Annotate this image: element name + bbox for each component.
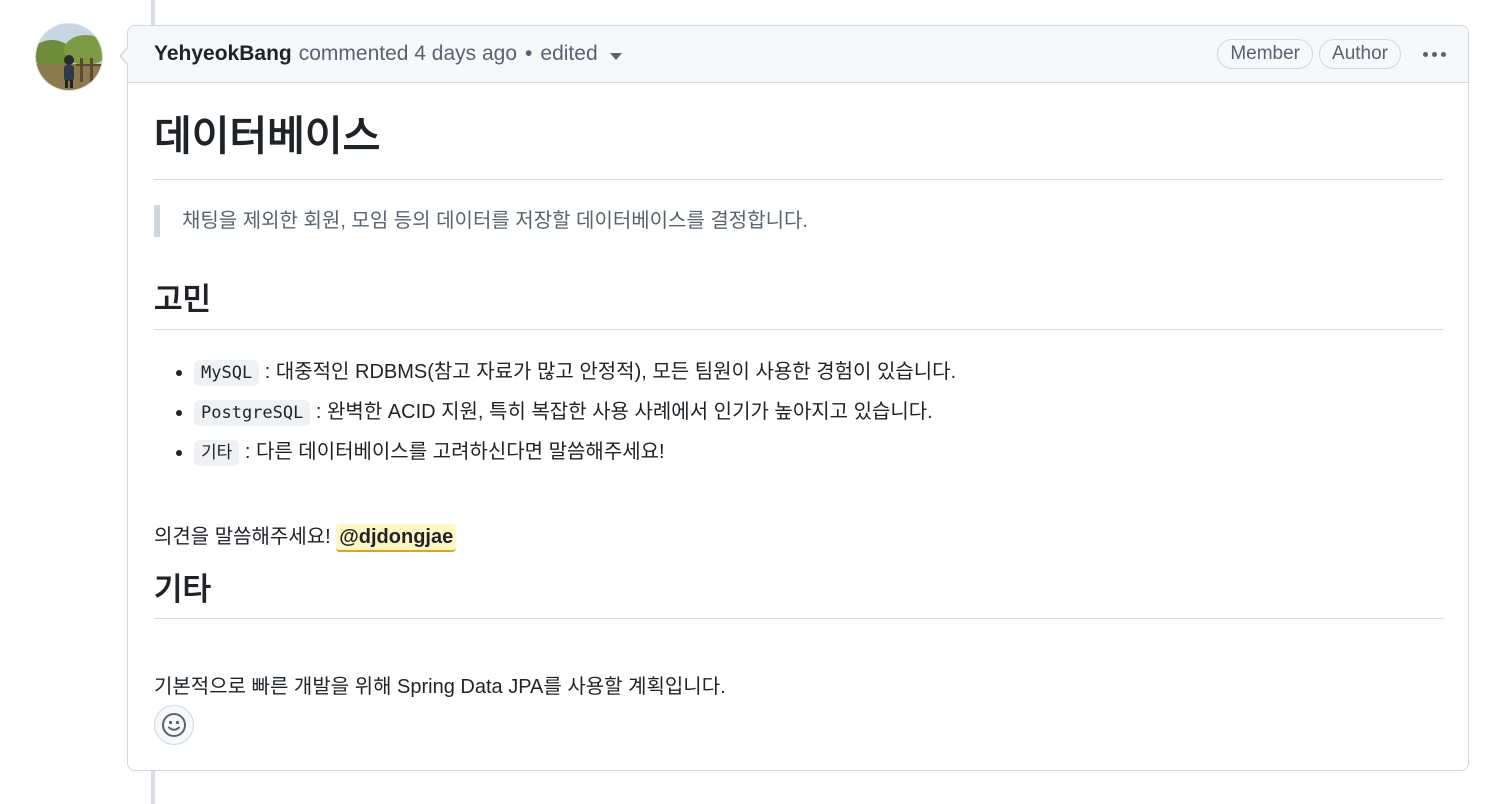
avatar-photo	[36, 24, 102, 90]
edited-dropdown[interactable]: edited	[540, 42, 622, 66]
blockquote: 채팅을 제외한 회원, 모임 등의 데이터를 저장할 데이터베이스를 결정합니다…	[154, 205, 808, 237]
page-title: 데이터베이스	[154, 113, 381, 159]
section-heading-other: 기타	[154, 572, 212, 607]
add-reaction-button[interactable]	[154, 705, 194, 745]
section-heading-concerns: 고민	[154, 282, 212, 317]
comment-author[interactable]: YehyeokBang	[154, 42, 292, 66]
comment-pointer-fill	[121, 47, 129, 65]
inline-code: PostgreSQL	[194, 400, 311, 426]
opinion-paragraph: 의견을 말씀해주세요! @djdongjae	[154, 521, 457, 553]
avatar[interactable]	[36, 24, 102, 90]
comment-action: commented	[298, 42, 409, 65]
comment-header: YehyeokBang commented 4 days ago • edite…	[128, 26, 1468, 83]
comment-time[interactable]: 4 days ago	[414, 42, 517, 66]
kebab-horizontal-icon[interactable]	[1419, 46, 1450, 63]
comment-box: YehyeokBang commented 4 days ago • edite…	[119, 25, 1469, 771]
list-item: 기타 : 다른 데이터베이스를 고려하신다면 말씀해주세요!	[194, 433, 956, 473]
smiley-icon	[162, 713, 186, 737]
closing-paragraph: 기본적으로 빠른 개발을 위해 Spring Data JPA를 사용할 계획입…	[154, 676, 726, 698]
separator-dot: •	[525, 42, 533, 65]
options-list: MySQL : 대중적인 RDBMS(참고 자료가 많고 안정적), 모든 팀원…	[154, 353, 956, 473]
triangle-down-icon	[609, 52, 622, 60]
author-badge: Author	[1319, 39, 1401, 69]
inline-code: MySQL	[194, 360, 260, 386]
list-item: PostgreSQL : 완벽한 ACID 지원, 특히 복잡한 사용 사례에서…	[194, 393, 956, 433]
user-mention-link[interactable]: @djdongjae	[336, 524, 457, 552]
inline-code: 기타	[194, 440, 240, 466]
title-divider	[154, 179, 1444, 180]
edited-label: edited	[540, 42, 598, 65]
list-item: MySQL : 대중적인 RDBMS(참고 자료가 많고 안정적), 모든 팀원…	[194, 353, 956, 393]
section-divider-concerns	[154, 329, 1444, 330]
member-badge: Member	[1217, 39, 1314, 69]
section-divider-other	[154, 618, 1444, 619]
